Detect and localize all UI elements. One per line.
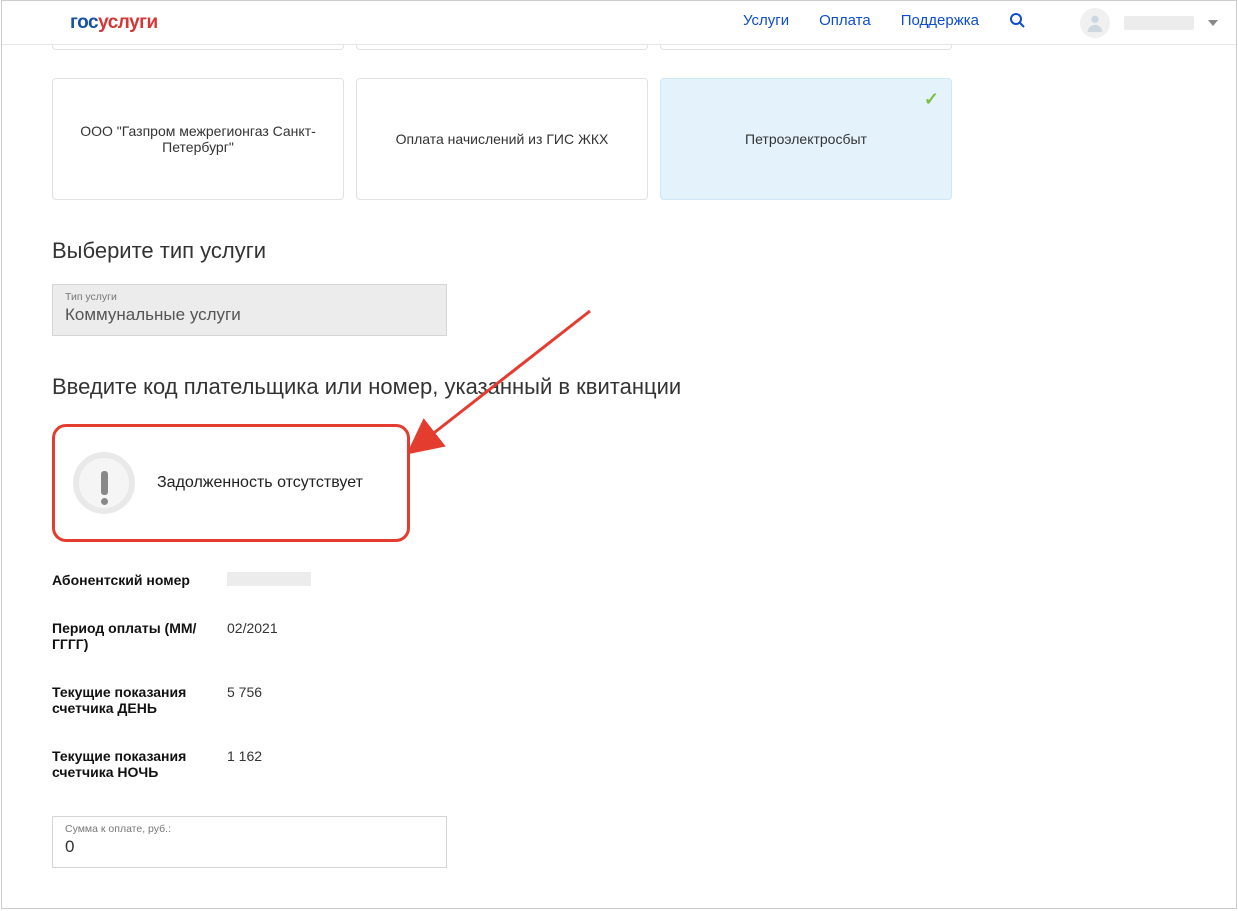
chevron-down-icon	[1208, 20, 1218, 26]
amount-value: 0	[65, 837, 434, 857]
nav-services[interactable]: Услуги	[743, 12, 789, 33]
provider-cards: ООО "Газпром межрегионгаз Санкт-Петербур…	[52, 78, 1186, 200]
row-subscriber: Абонентский номер	[52, 572, 1186, 588]
card-cutoff-3[interactable]	[660, 45, 952, 50]
day-label: Текущие показания счетчика ДЕНЬ	[52, 684, 227, 716]
card-pes-label: Петроэлектросбыт	[745, 131, 867, 147]
period-label: Период оплаты (ММ/ГГГГ)	[52, 620, 227, 652]
payer-code-heading: Введите код плательщика или номер, указа…	[52, 374, 1186, 400]
avatar	[1080, 8, 1110, 38]
nav-payment[interactable]: Оплата	[819, 12, 871, 33]
card-gazprom[interactable]: ООО "Газпром межрегионгаз Санкт-Петербур…	[52, 78, 344, 200]
main-nav: Услуги Оплата Поддержка	[743, 12, 1025, 33]
card-cutoff-1[interactable]	[52, 45, 344, 50]
no-debt-notice: Задолженность отсутствует	[52, 424, 410, 542]
user-name-placeholder	[1124, 16, 1194, 30]
night-value: 1 162	[227, 748, 262, 780]
check-icon: ✓	[924, 89, 939, 110]
period-value: 02/2021	[227, 620, 278, 652]
exclamation-icon	[73, 452, 135, 514]
day-value: 5 756	[227, 684, 262, 716]
subscriber-value-placeholder	[227, 572, 311, 586]
row-day: Текущие показания счетчика ДЕНЬ 5 756	[52, 684, 1186, 716]
service-type-heading: Выберите тип услуги	[52, 238, 1186, 264]
row-night: Текущие показания счетчика НОЧЬ 1 162	[52, 748, 1186, 780]
amount-label: Сумма к оплате, руб.:	[65, 823, 434, 835]
logo-prefix: гос	[70, 12, 98, 33]
card-gis-zhkh[interactable]: Оплата начислений из ГИС ЖКХ	[356, 78, 648, 200]
night-label: Текущие показания счетчика НОЧЬ	[52, 748, 227, 780]
logo[interactable]: госуслуги	[70, 12, 158, 34]
service-type-small-label: Тип услуги	[65, 291, 434, 303]
logo-suffix: услуги	[98, 12, 158, 33]
notice-text: Задолженность отсутствует	[157, 474, 363, 492]
service-type-select[interactable]: Тип услуги Коммунальные услуги	[52, 284, 447, 336]
card-gis-label: Оплата начислений из ГИС ЖКХ	[396, 131, 609, 147]
card-cutoff-2[interactable]	[356, 45, 648, 50]
row-period: Период оплаты (ММ/ГГГГ) 02/2021	[52, 620, 1186, 652]
subscriber-label: Абонентский номер	[52, 572, 227, 588]
nav-support[interactable]: Поддержка	[901, 12, 979, 33]
card-petroelectrosbyt[interactable]: ✓ Петроэлектросбыт	[660, 78, 952, 200]
card-gazprom-label: ООО "Газпром межрегионгаз Санкт-Петербур…	[71, 123, 325, 155]
amount-input[interactable]: Сумма к оплате, руб.: 0	[52, 816, 447, 868]
service-type-value: Коммунальные услуги	[65, 305, 434, 325]
search-icon[interactable]	[1009, 12, 1025, 33]
header: госуслуги Услуги Оплата Поддержка	[2, 1, 1236, 45]
user-area[interactable]	[1080, 8, 1218, 38]
